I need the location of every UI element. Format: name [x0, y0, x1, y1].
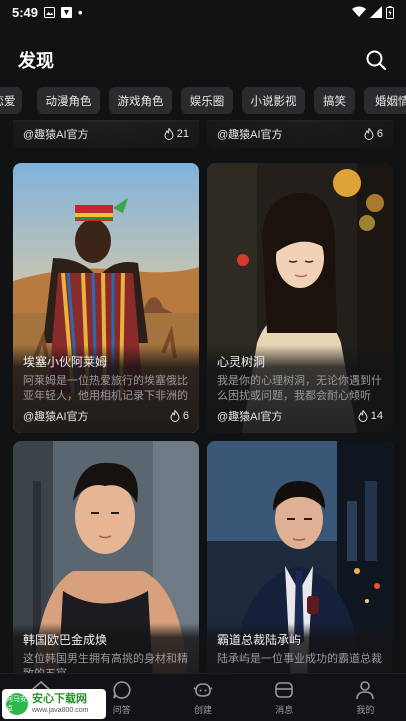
card-author: @趣猿AI官方 [23, 411, 89, 423]
character-card[interactable]: 心灵树洞 我是你的心理树洞，无论你遇到什么困扰或问题，我都会耐心倾听 @趣猿AI… [207, 163, 393, 433]
dot-icon: • [78, 4, 83, 20]
card-description: 这位韩国男生拥有高挑的身材和精致的五官 [23, 653, 188, 674]
app-notification-icon [61, 6, 73, 18]
card-likes: 14 [358, 410, 383, 422]
signal-icon [370, 6, 382, 18]
chip-game[interactable]: 游戏角色 [109, 87, 172, 114]
chip-funny[interactable]: 搞笑 [314, 87, 355, 114]
battery-icon [386, 5, 394, 19]
nav-profile[interactable]: 我的 [325, 674, 406, 721]
wifi-icon [352, 6, 366, 17]
card-likes: 6 [364, 128, 383, 140]
image-notification-icon [44, 6, 56, 18]
card-title: 心灵树洞 [217, 355, 266, 369]
character-card[interactable]: @趣猿AI官方 6 [207, 120, 393, 148]
character-card[interactable]: 埃塞小伙阿莱姆 阿莱姆是一位热爱旅行的埃塞俄比亚年轻人，他用相机记录下非洲的美丽… [13, 163, 199, 433]
status-bar: 5:49 • [0, 0, 406, 24]
watermark-name: 安心下载网 [32, 693, 87, 705]
card-author: @趣猿AI官方 [217, 129, 283, 141]
card-description: 我是你的心理树洞，无论你遇到什么困扰或问题，我都会耐心倾听 [217, 375, 382, 402]
card-likes: 21 [164, 128, 189, 140]
site-watermark: 河马安卓 安心下载网 www.java800.com [2, 689, 106, 719]
profile-icon [356, 681, 375, 700]
character-feed: @趣猿AI官方 21 @趣猿AI官方 6 埃塞小伙阿莱姆 阿莱姆是一位热爱旅行的… [0, 120, 406, 674]
chip-anime[interactable]: 动漫角色 [37, 87, 100, 114]
page-title: 发现 [18, 51, 54, 71]
chip-marriage[interactable]: 婚姻情感 [364, 87, 406, 114]
nav-messages[interactable]: 消息 [244, 674, 325, 721]
flame-icon [164, 128, 174, 140]
character-card[interactable]: 韩国欧巴金成焕 这位韩国男生拥有高挑的身材和精致的五官 [13, 441, 199, 674]
create-icon [193, 683, 213, 697]
character-card[interactable]: 霸道总裁陆承屿 陆承屿是一位事业成功的霸道总裁 [207, 441, 393, 674]
card-title: 韩国欧巴金成焕 [23, 633, 108, 647]
message-icon [275, 682, 294, 698]
flame-icon [170, 410, 180, 422]
flame-icon [358, 410, 368, 422]
chip-romance[interactable]: 恋爱 [0, 87, 22, 114]
search-icon[interactable] [364, 48, 388, 72]
chip-entertainment[interactable]: 娱乐圈 [181, 87, 233, 114]
card-title: 霸道总裁陆承屿 [217, 633, 302, 647]
card-likes: 6 [170, 410, 189, 422]
chat-icon [113, 681, 131, 699]
card-description: 陆承屿是一位事业成功的霸道总裁 [217, 653, 382, 665]
nav-create[interactable]: 创建 [162, 674, 243, 721]
watermark-url: www.java800.com [32, 707, 89, 714]
card-title: 埃塞小伙阿莱姆 [23, 355, 108, 369]
page-header: 发现 [0, 40, 406, 80]
category-chips: 恋爱 动漫角色 游戏角色 娱乐圈 小说影视 搞笑 婚姻情感 [0, 87, 406, 115]
flame-icon [364, 128, 374, 140]
card-description: 阿莱姆是一位热爱旅行的埃塞俄比亚年轻人，他用相机记录下非洲的美丽风光 [23, 375, 188, 402]
status-time: 5:49 [12, 4, 39, 20]
character-card[interactable]: @趣猿AI官方 21 [13, 120, 199, 148]
chip-novel-film[interactable]: 小说影视 [242, 87, 305, 114]
watermark-logo-icon: 河马安卓 [6, 693, 28, 715]
card-author: @趣猿AI官方 [217, 411, 283, 423]
card-author: @趣猿AI官方 [23, 129, 89, 141]
